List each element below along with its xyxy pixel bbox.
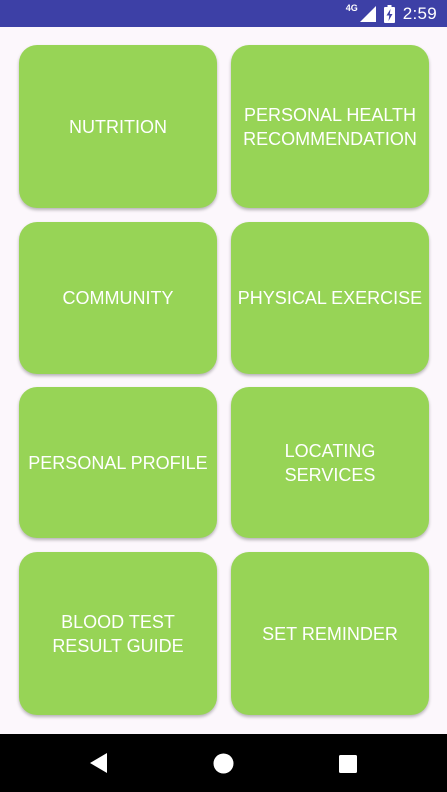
status-icons: 4G 2:59 <box>346 0 437 27</box>
personal-health-recommendation-button-label: PERSONAL HEALTH RECOMMENDATION <box>243 104 417 149</box>
locating-services-button-label: LOCATING SERVICES <box>284 440 376 485</box>
physical-exercise-button[interactable]: PHYSICAL EXERCISE <box>231 222 429 374</box>
blood-test-result-guide-button-label: BLOOD TEST RESULT GUIDE <box>52 611 184 656</box>
set-reminder-button[interactable]: SET REMINDER <box>231 552 429 715</box>
personal-profile-button[interactable]: PERSONAL PROFILE <box>19 387 217 538</box>
community-button-label: COMMUNITY <box>62 288 174 308</box>
status-bar: 4G 2:59 <box>0 0 447 27</box>
personal-profile-button-label: PERSONAL PROFILE <box>28 452 208 473</box>
nutrition-button-label: NUTRITION <box>69 116 167 137</box>
battery-charging-icon <box>383 4 395 23</box>
navigation-bar <box>0 734 447 792</box>
recents-square-icon[interactable] <box>339 755 357 773</box>
set-reminder-button-label: SET REMINDER <box>262 623 398 644</box>
blood-test-result-guide-button[interactable]: BLOOD TEST RESULT GUIDE <box>19 552 217 715</box>
community-button[interactable]: COMMUNITY <box>19 222 217 374</box>
clock: 2:59 <box>402 3 437 23</box>
personal-health-recommendation-button[interactable]: PERSONAL HEALTH RECOMMENDATION <box>231 45 429 208</box>
back-triangle-icon[interactable] <box>89 752 109 774</box>
physical-exercise-button-label: PHYSICAL EXERCISE <box>237 288 423 308</box>
network-type-label: 4G <box>345 2 358 13</box>
nutrition-button[interactable]: NUTRITION <box>19 45 217 208</box>
locating-services-button[interactable]: LOCATING SERVICES <box>231 387 429 538</box>
signal-strength-icon <box>359 5 376 22</box>
home-circle-icon[interactable] <box>213 753 234 774</box>
